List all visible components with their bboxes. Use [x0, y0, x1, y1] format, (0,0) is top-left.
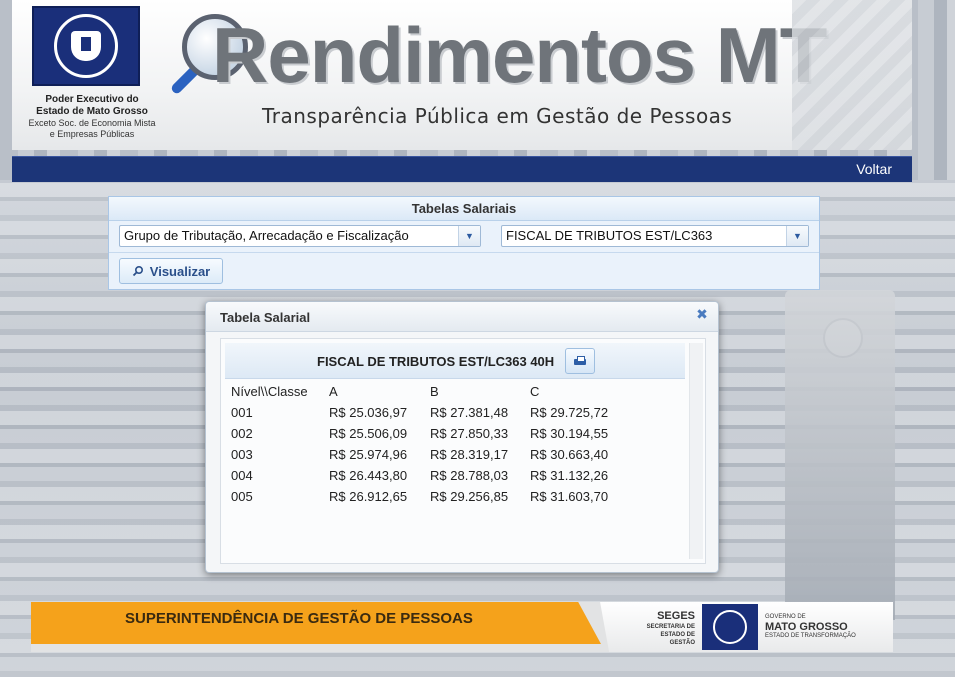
gov-line-1: Poder Executivo do	[45, 94, 139, 105]
table-row: 002 R$ 25.506,09 R$ 27.850,33 R$ 30.194,…	[227, 423, 636, 444]
grupo-select-value: Grupo de Tributação, Arrecadação e Fisca…	[124, 228, 409, 243]
table-row: 004 R$ 26.443,80 R$ 28.788,03 R$ 31.132,…	[227, 465, 636, 486]
state-emblem-logo	[32, 6, 140, 86]
search-icon	[132, 265, 143, 277]
navbar: Voltar	[12, 156, 912, 182]
print-button[interactable]	[565, 348, 595, 374]
table-cell: R$ 29.256,85	[430, 489, 509, 504]
table-cell: R$ 31.603,70	[530, 489, 609, 504]
table-cell: R$ 25.506,09	[329, 426, 408, 441]
salary-table-header: FISCAL DE TRIBUTOS EST/LC363 40H	[225, 343, 685, 379]
clock-tower-decoration	[823, 318, 863, 358]
state-emblem-footer-icon	[702, 604, 758, 650]
seges-logo: SEGES SECRETARIA DE ESTADO DE GESTÃO	[635, 610, 695, 647]
dialog-scrollbar[interactable]	[689, 343, 703, 559]
seges-title: SEGES	[657, 610, 695, 622]
gov-name: MATO GROSSO	[765, 621, 848, 633]
table-cell: R$ 27.850,33	[430, 426, 509, 441]
table-cell: R$ 27.381,48	[430, 405, 509, 420]
cargo-select-value: FISCAL DE TRIBUTOS EST/LC363	[506, 228, 713, 243]
table-row: 003 R$ 25.974,96 R$ 28.319,17 R$ 30.663,…	[227, 444, 636, 465]
column-header: A	[329, 384, 338, 399]
table-header-row: Nível\\Classe A B C	[227, 381, 636, 402]
tabela-salarial-dialog: Tabela Salarial ✖ FISCAL DE TRIBUTOS EST…	[205, 301, 719, 573]
salary-table: Nível\\Classe A B C 001 R$ 25.036,97 R$ …	[227, 381, 636, 507]
brand-title: Rendimentos MT	[212, 11, 827, 99]
dialog-title: Tabela Salarial	[220, 310, 311, 325]
table-cell: 002	[231, 426, 253, 441]
chevron-down-icon[interactable]: ▼	[786, 226, 808, 246]
tabelas-salariais-panel: Tabelas Salariais Grupo de Tributação, A…	[108, 196, 820, 290]
column-header: B	[430, 384, 439, 399]
table-cell: R$ 26.912,65	[329, 489, 408, 504]
visualizar-label: Visualizar	[149, 263, 211, 279]
table-cell: 004	[231, 468, 253, 483]
voltar-link[interactable]: Voltar	[856, 161, 892, 177]
table-cell: R$ 28.319,17	[430, 447, 509, 462]
panel-title: Tabelas Salariais	[109, 197, 819, 221]
table-cell: 003	[231, 447, 253, 462]
gov-line-4: e Empresas Públicas	[49, 129, 135, 139]
table-row: 001 R$ 25.036,97 R$ 27.381,48 R$ 29.725,…	[227, 402, 636, 423]
table-cell: 001	[231, 405, 253, 420]
footer-orange-band: SUPERINTENDÊNCIA DE GESTÃO DE PESSOAS	[31, 602, 601, 644]
gov-label: GOVERNO DE	[765, 614, 806, 620]
table-cell: R$ 26.443,80	[329, 468, 408, 483]
gov-line-2: Estado de Mato Grosso	[36, 106, 148, 117]
cargo-select[interactable]: FISCAL DE TRIBUTOS EST/LC363 ▼	[501, 225, 809, 247]
grupo-select[interactable]: Grupo de Tributação, Arrecadação e Fisca…	[119, 225, 481, 247]
print-icon	[574, 356, 586, 366]
table-cell: R$ 25.036,97	[329, 405, 408, 420]
table-row: 005 R$ 26.912,65 R$ 29.256,85 R$ 31.603,…	[227, 486, 636, 507]
coat-of-arms-icon	[54, 14, 118, 78]
dialog-content: FISCAL DE TRIBUTOS EST/LC363 40H Nível\\…	[220, 338, 706, 564]
table-cell: R$ 25.974,96	[329, 447, 408, 462]
visualizar-button[interactable]: Visualizar	[119, 258, 223, 284]
salary-table-title: FISCAL DE TRIBUTOS EST/LC363 40H	[317, 354, 555, 369]
seges-sub-2: ESTADO DE GESTÃO	[660, 632, 695, 646]
seges-sub-1: SECRETARIA DE	[646, 624, 695, 630]
dialog-titlebar[interactable]: Tabela Salarial ✖	[206, 302, 718, 332]
panel-divider	[109, 252, 819, 253]
government-caption: Poder Executivo do Estado de Mato Grosso…	[22, 94, 162, 140]
superintendencia-label: SUPERINTENDÊNCIA DE GESTÃO DE PESSOAS	[125, 610, 473, 627]
table-cell: R$ 30.194,55	[530, 426, 609, 441]
brand-tagline: Transparência Pública em Gestão de Pesso…	[262, 104, 733, 128]
table-cell: R$ 30.663,40	[530, 447, 609, 462]
header-banner: Poder Executivo do Estado de Mato Grosso…	[12, 0, 912, 150]
gov-line-3: Exceto Soc. de Economia Mista	[28, 118, 156, 128]
footer-banner: SUPERINTENDÊNCIA DE GESTÃO DE PESSOAS SE…	[31, 602, 893, 652]
table-cell: R$ 29.725,72	[530, 405, 609, 420]
close-icon[interactable]: ✖	[695, 308, 709, 322]
table-cell: R$ 31.132,26	[530, 468, 609, 483]
chevron-down-icon[interactable]: ▼	[458, 226, 480, 246]
table-cell: R$ 28.788,03	[430, 468, 509, 483]
column-header: Nível\\Classe	[231, 384, 308, 399]
table-cell: 005	[231, 489, 253, 504]
column-header: C	[530, 384, 540, 399]
gov-sub: ESTADO DE TRANSFORMAÇÃO	[765, 633, 856, 639]
governo-mt-logo: GOVERNO DE MATO GROSSO ESTADO DE TRANSFO…	[765, 614, 856, 640]
